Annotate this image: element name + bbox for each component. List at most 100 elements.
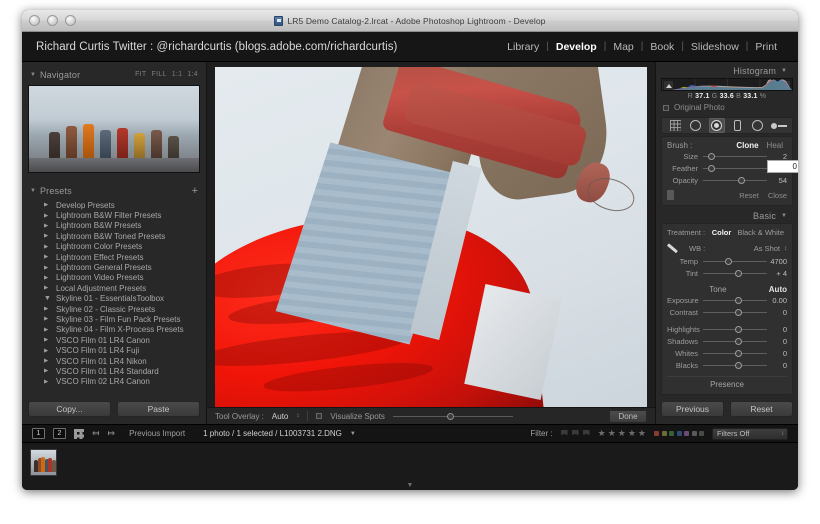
module-print[interactable]: Print [748,41,784,53]
basic-header[interactable]: Basic ▼ [661,211,793,221]
selection-info[interactable]: 1 photo / 1 selected / L1003731 2.DNG [193,429,342,438]
list-item[interactable]: ▶Lightroom Color Presets [28,242,200,252]
copy-button[interactable]: Copy... [28,401,111,417]
star-icon[interactable]: ★ [638,428,646,439]
list-item[interactable]: ▶Lightroom Video Presets [28,273,200,283]
chevron-right-icon[interactable]: ▶ [44,379,50,385]
highlights-slider[interactable] [703,325,767,334]
list-item[interactable]: ▶Lightroom Effect Presets [28,252,200,262]
add-preset-icon[interactable]: + [192,186,198,196]
flag-unflagged-icon[interactable] [572,430,579,438]
navigator-header[interactable]: ▼ Navigator FIT FILL 1:1 1:4 [28,67,200,82]
chevron-right-icon[interactable]: ▶ [44,368,50,374]
list-item[interactable]: ▶Lightroom B&W Filter Presets [28,210,200,220]
identity-plate[interactable]: Richard Curtis Twitter : @richardcurtis … [36,41,397,53]
spot-removal-tool[interactable] [709,118,725,133]
shadows-slider[interactable] [703,337,767,346]
chevron-right-icon[interactable]: ▶ [44,213,50,219]
develop-tool-strip[interactable] [661,117,793,134]
window-traffic-lights[interactable] [29,15,76,26]
list-item[interactable]: ▶Skyline 04 - Film X-Process Presets [28,325,200,335]
screen-2-button[interactable]: 2 [53,428,66,439]
chevron-right-icon[interactable]: ▶ [44,254,50,260]
brush-size-slider[interactable] [703,152,767,161]
chevron-right-icon[interactable]: ▶ [44,233,50,239]
adjustment-brush-tool[interactable] [771,118,787,133]
chevron-right-icon[interactable]: ▶ [44,316,50,322]
slider-knob[interactable] [725,258,732,265]
slider-knob[interactable] [708,153,715,160]
flag-reject-icon[interactable] [583,430,590,438]
star-icon[interactable]: ★ [628,428,636,439]
color-label-yellow[interactable] [662,431,667,436]
presets-list[interactable]: ▶Develop Presets ▶Lightroom B&W Filter P… [28,200,200,395]
original-photo-row[interactable]: Original Photo [661,100,793,115]
histogram-header[interactable]: Histogram ▼ [661,66,793,76]
star-rating-filter[interactable]: ★ ★ ★ ★ ★ [598,428,646,439]
star-icon[interactable]: ★ [608,428,616,439]
list-item[interactable]: ▶Local Adjustment Presets [28,283,200,293]
slider-knob[interactable] [735,326,742,333]
paste-button[interactable]: Paste [117,401,200,417]
graduated-filter-tool[interactable] [750,118,766,133]
color-label-custom[interactable] [699,431,704,436]
slider-knob[interactable] [735,338,742,345]
list-item[interactable]: ▶VSCO Film 01 LR4 Canon [28,335,200,345]
chevron-right-icon[interactable]: ▶ [44,223,50,229]
flag-filters[interactable] [561,430,590,438]
slider-knob[interactable] [735,362,742,369]
back-arrow-icon[interactable]: ⤆ [92,428,100,439]
module-map[interactable]: Map [606,41,640,53]
disclosure-triangle-icon[interactable]: ▼ [30,72,36,78]
slider-knob[interactable] [735,297,742,304]
presets-header[interactable]: ▼ Presets + [28,183,200,198]
auto-tone-button[interactable]: Auto [769,285,787,294]
color-label-red[interactable] [654,431,659,436]
brush-reset-button[interactable]: Reset [730,191,759,200]
toggle-switch-icon[interactable] [667,190,674,200]
list-item[interactable]: ▶Lightroom B&W Presets [28,221,200,231]
exposure-slider[interactable] [703,296,767,305]
treatment-color-option[interactable]: Color [709,228,735,237]
list-item[interactable]: ▶VSCO Film 02 LR4 Canon [28,377,200,387]
chevron-right-icon[interactable]: ▶ [44,275,50,281]
brush-clone-option[interactable]: Clone [732,141,762,150]
color-label-blue[interactable] [677,431,682,436]
list-item[interactable]: ▶Skyline 02 - Classic Presets [28,304,200,314]
previous-button[interactable]: Previous [661,401,724,417]
treatment-bw-option[interactable]: Black & White [734,228,787,237]
chevron-right-icon[interactable]: ▶ [44,285,50,291]
maximize-window-button[interactable] [65,15,76,26]
filmstrip-resize-handle[interactable]: ▼ [22,480,798,490]
wb-value[interactable]: As Shot [754,244,780,253]
visualize-spots-slider[interactable] [393,412,513,421]
whites-slider[interactable] [703,349,767,358]
reset-button[interactable]: Reset [730,401,793,417]
brush-feather-slider[interactable] [703,164,767,173]
forward-arrow-icon[interactable]: ⤇ [108,428,116,439]
red-eye-correction-tool[interactable] [729,118,745,133]
list-item[interactable]: ▶VSCO Film 01 LR4 Standard [28,366,200,376]
tint-slider[interactable] [703,269,767,278]
histogram-graph[interactable] [661,78,793,91]
color-label-green[interactable] [669,431,674,436]
brush-close-button[interactable]: Close [759,191,787,200]
chevron-down-icon[interactable]: ▶ [44,296,50,302]
done-button[interactable]: Done [609,410,647,423]
brush-heal-option[interactable]: Heal [763,141,787,150]
chevron-right-icon[interactable]: ▶ [44,202,50,208]
star-icon[interactable]: ★ [598,428,606,439]
filmstrip-thumbnail[interactable] [30,449,57,476]
chevron-right-icon[interactable]: ▶ [44,265,50,271]
flag-pick-icon[interactable] [561,430,568,438]
module-picker[interactable]: Library | Develop | Map | Book | Slidesh… [500,41,784,53]
list-item[interactable]: ▶Develop Presets [28,200,200,210]
screen-1-button[interactable]: 1 [32,428,45,439]
zoom-1-1[interactable]: 1:1 [172,71,183,78]
crop-overlay-tool[interactable] [667,118,683,133]
chevron-right-icon[interactable]: ▶ [44,348,50,354]
brush-opacity-slider[interactable] [703,176,767,185]
spot-removal-tool-outline[interactable] [688,118,704,133]
blacks-slider[interactable] [703,361,767,370]
disclosure-triangle-icon[interactable]: ▼ [781,68,787,74]
